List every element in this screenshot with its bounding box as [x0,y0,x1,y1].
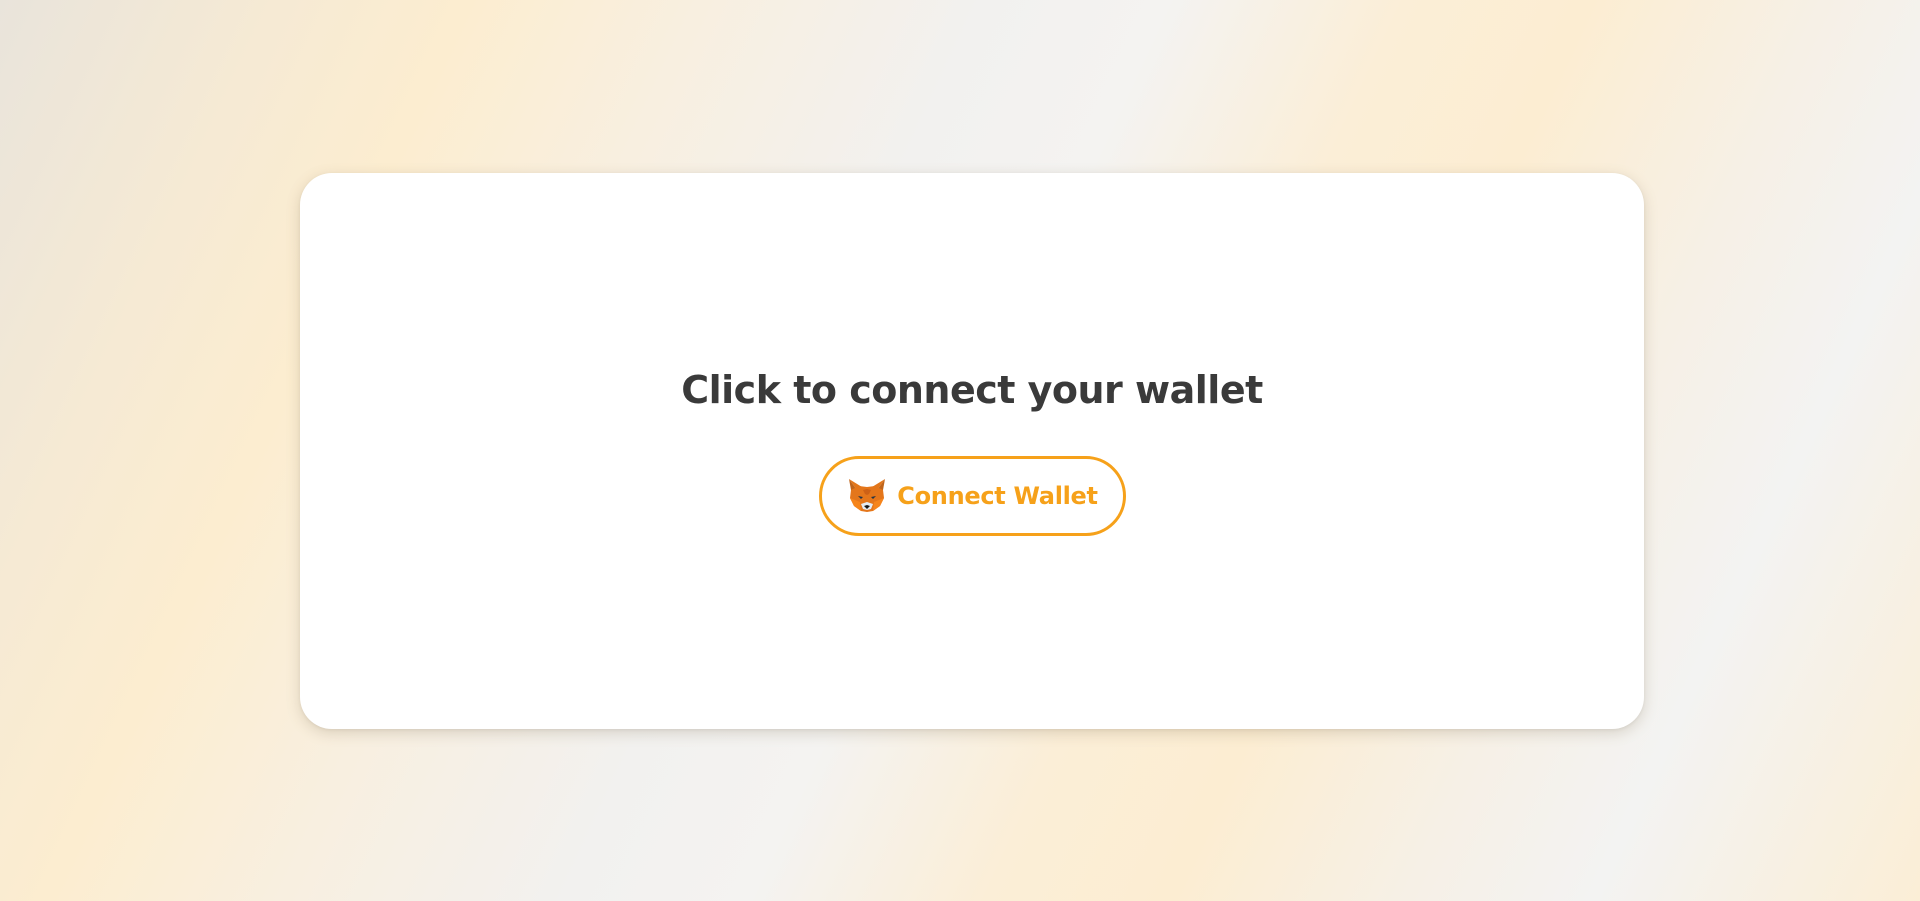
metamask-fox-icon [847,478,887,514]
card-title: Click to connect your wallet [681,368,1263,412]
connect-wallet-card: Click to connect your wallet Connect Wal… [300,173,1644,729]
connect-wallet-label: Connect Wallet [897,482,1098,510]
connect-wallet-button[interactable]: Connect Wallet [819,456,1126,536]
